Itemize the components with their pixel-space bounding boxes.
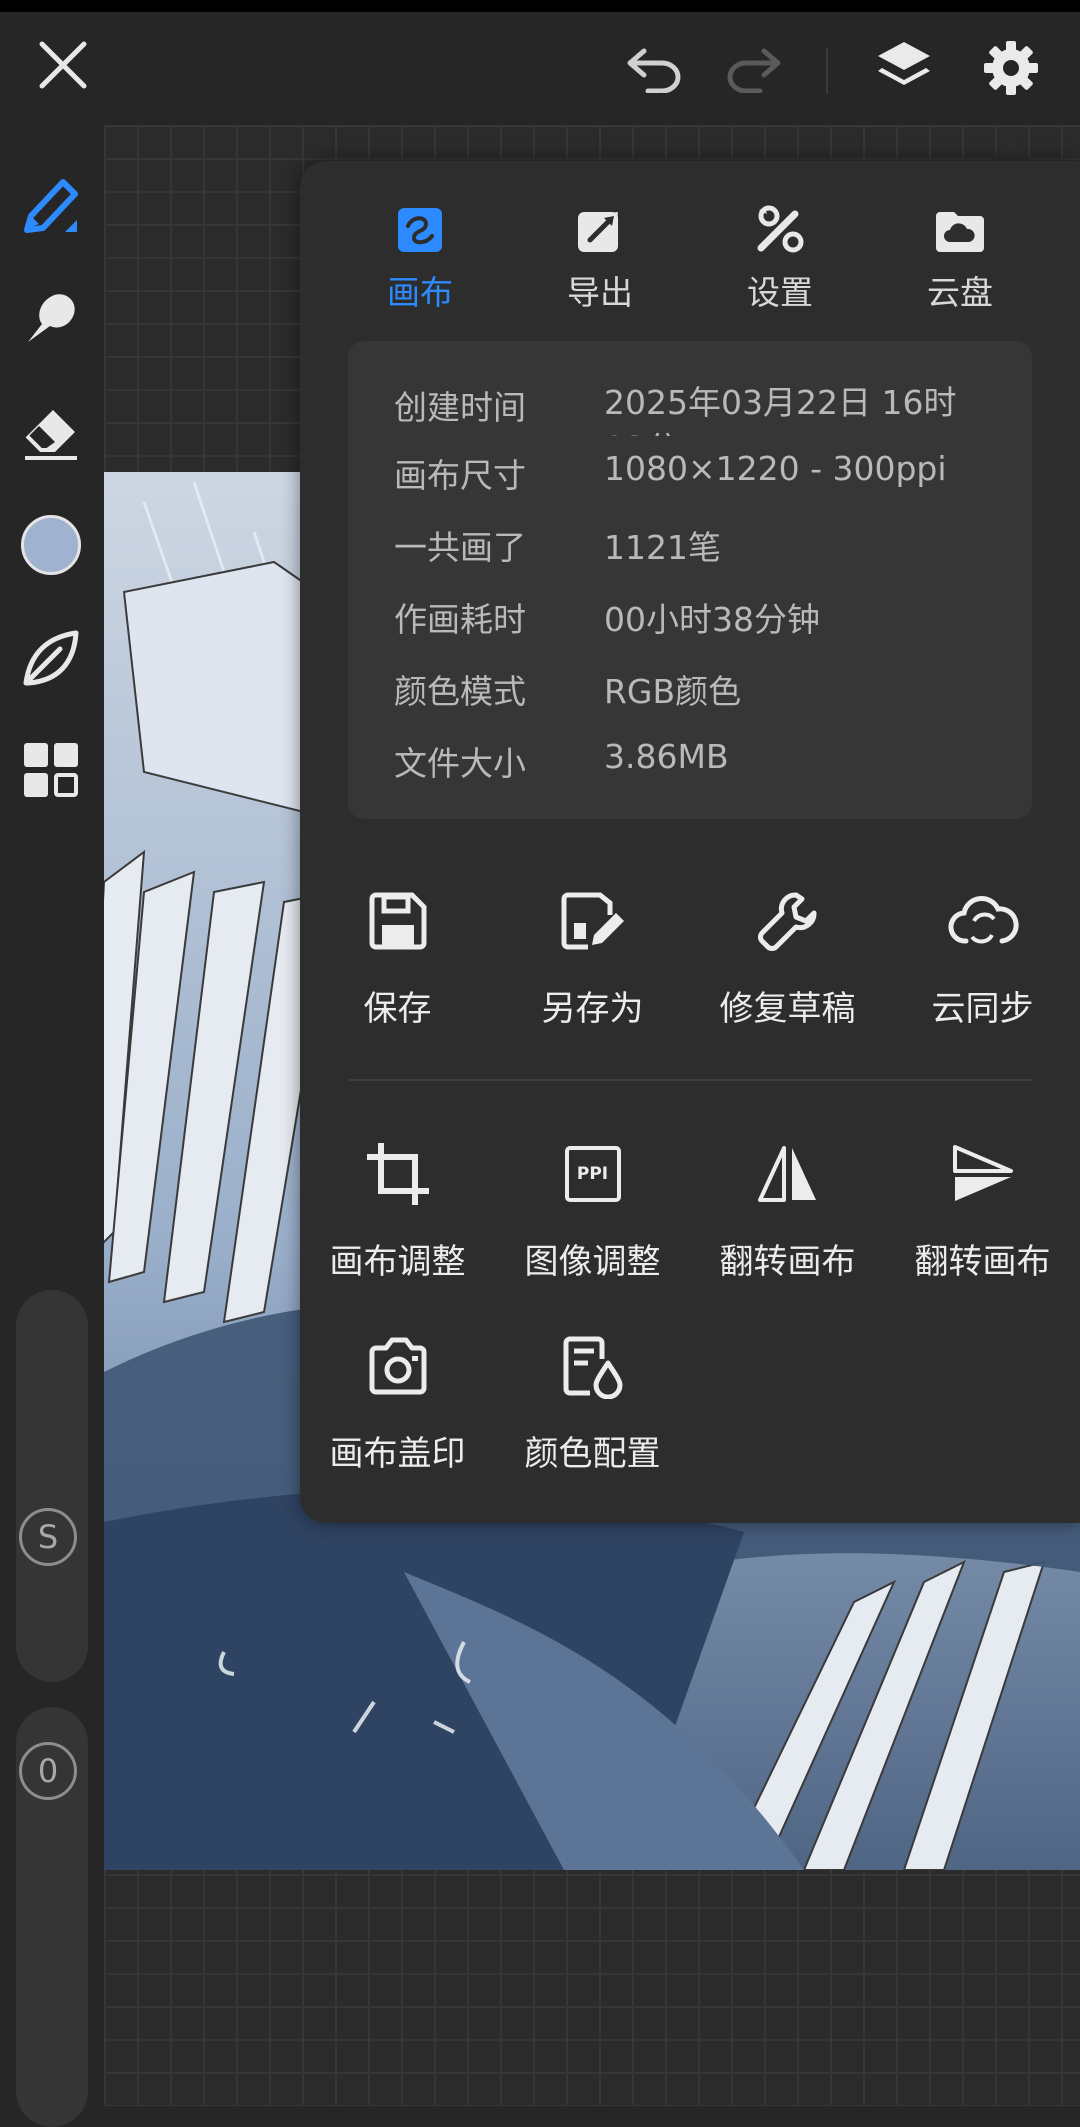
layers-icon[interactable]: [868, 34, 940, 102]
save-label: 保存: [363, 989, 432, 1029]
wrench-icon: [690, 881, 885, 961]
status-bar: [0, 0, 1080, 12]
size-badge: S: [19, 1508, 77, 1566]
opacity-badge: 0: [19, 1742, 77, 1800]
info-row-color-mode: 颜色模式 RGB颜色: [394, 665, 1014, 725]
color-profile-icon: [495, 1326, 690, 1406]
topbar-divider: [826, 48, 828, 94]
flip-canvas-horizontal-label: 翻转画布: [719, 1242, 856, 1282]
info-key: 画布尺寸: [394, 456, 526, 495]
flip-horizontal-icon: [690, 1134, 885, 1214]
flip-canvas-vertical-button[interactable]: 翻转画布: [885, 1134, 1080, 1283]
flip-canvas-horizontal-button[interactable]: 翻转画布: [690, 1134, 885, 1283]
cloud-sync-icon: [885, 881, 1080, 961]
save-button[interactable]: 保存: [300, 881, 495, 1030]
canvas-menu-panel: 画布 导出 设置 云盘 创建时间 2025年03月22日 16时 画布尺寸 10…: [300, 161, 1080, 1523]
brush-icon[interactable]: [14, 167, 88, 241]
info-value: 1080×1220 - 300ppi: [604, 449, 947, 488]
panel-pointer: [988, 138, 1032, 162]
canvas-stamp-label: 画布盖印: [329, 1434, 466, 1474]
info-value: RGB颜色: [604, 672, 742, 711]
ppi-icon: PPI: [495, 1134, 690, 1214]
export-icon: [510, 196, 690, 254]
flip-vertical-icon: [885, 1134, 1080, 1214]
info-row-duration: 作画耗时 00小时38分钟: [394, 593, 1014, 653]
tab-export-label: 导出: [567, 273, 633, 312]
left-toolbar: S 0: [0, 125, 104, 2127]
canvas-stamp-button[interactable]: 画布盖印: [300, 1326, 495, 1475]
info-value-overflow: 03分: [604, 422, 679, 436]
tab-export[interactable]: 导出: [510, 196, 690, 314]
tab-settings[interactable]: 设置: [690, 196, 870, 314]
cloud-folder-icon: [870, 196, 1050, 254]
crop-icon: [300, 1134, 495, 1214]
tab-cloud-label: 云盘: [927, 273, 993, 312]
canvas-info-card: 创建时间 2025年03月22日 16时 03分 画布尺寸 1080×1220 …: [348, 341, 1032, 819]
color-profile-button[interactable]: 颜色配置: [495, 1326, 690, 1475]
redo-icon[interactable]: [718, 38, 788, 98]
camera-icon: [300, 1326, 495, 1406]
info-row-size: 画布尺寸 1080×1220 - 300ppi: [394, 449, 1014, 509]
canvas-adjust-button[interactable]: 画布调整: [300, 1134, 495, 1283]
image-adjust-button[interactable]: PPI 图像调整: [495, 1134, 690, 1283]
color-profile-label: 颜色配置: [524, 1434, 661, 1474]
info-row-strokes: 一共画了 1121笔: [394, 521, 1014, 581]
info-key: 创建时间: [394, 388, 526, 427]
tab-cloud[interactable]: 云盘: [870, 196, 1050, 314]
leaf-icon[interactable]: [14, 621, 88, 695]
tab-canvas-label: 画布: [387, 273, 453, 312]
eraser-icon[interactable]: [14, 393, 88, 467]
info-row-created: 创建时间 2025年03月22日 16时 03分: [394, 376, 1014, 436]
panel-divider: [348, 1079, 1032, 1081]
save-as-label: 另存为: [541, 989, 644, 1029]
brush-size-slider[interactable]: [16, 1290, 88, 1682]
save-icon: [300, 881, 495, 961]
info-key: 颜色模式: [394, 672, 526, 711]
color-swatch[interactable]: [14, 508, 88, 582]
smudge-icon[interactable]: [14, 280, 88, 354]
info-value: 3.86MB: [604, 737, 729, 776]
tab-canvas[interactable]: 画布: [330, 196, 510, 314]
info-value: 2025年03月22日 16时: [604, 383, 957, 422]
cloud-sync-label: 云同步: [931, 989, 1034, 1029]
save-as-button[interactable]: 另存为: [495, 881, 690, 1030]
flip-canvas-vertical-label: 翻转画布: [914, 1242, 1051, 1282]
image-adjust-label: 图像调整: [524, 1242, 661, 1282]
settings-icon[interactable]: [976, 34, 1046, 102]
info-value: 1121笔: [604, 528, 721, 567]
cloud-sync-button[interactable]: 云同步: [885, 881, 1080, 1030]
save-as-icon: [495, 881, 690, 961]
info-key: 文件大小: [394, 744, 526, 783]
repair-draft-label: 修复草稿: [719, 989, 856, 1029]
ppi-text: PPI: [564, 1146, 621, 1202]
undo-icon[interactable]: [620, 38, 690, 98]
close-icon[interactable]: [30, 32, 96, 98]
tab-settings-label: 设置: [747, 273, 813, 312]
repair-draft-button[interactable]: 修复草稿: [690, 881, 885, 1030]
info-key: 作画耗时: [394, 600, 526, 639]
tools-icon: [690, 196, 870, 254]
canvas-icon: [330, 196, 510, 254]
info-row-file-size: 文件大小 3.86MB: [394, 737, 1014, 797]
info-key: 一共画了: [394, 528, 526, 567]
canvas-adjust-label: 画布调整: [329, 1242, 466, 1282]
info-value: 00小时38分钟: [604, 600, 820, 639]
top-bar: [0, 12, 1080, 125]
grid-menu-icon[interactable]: [14, 733, 88, 807]
